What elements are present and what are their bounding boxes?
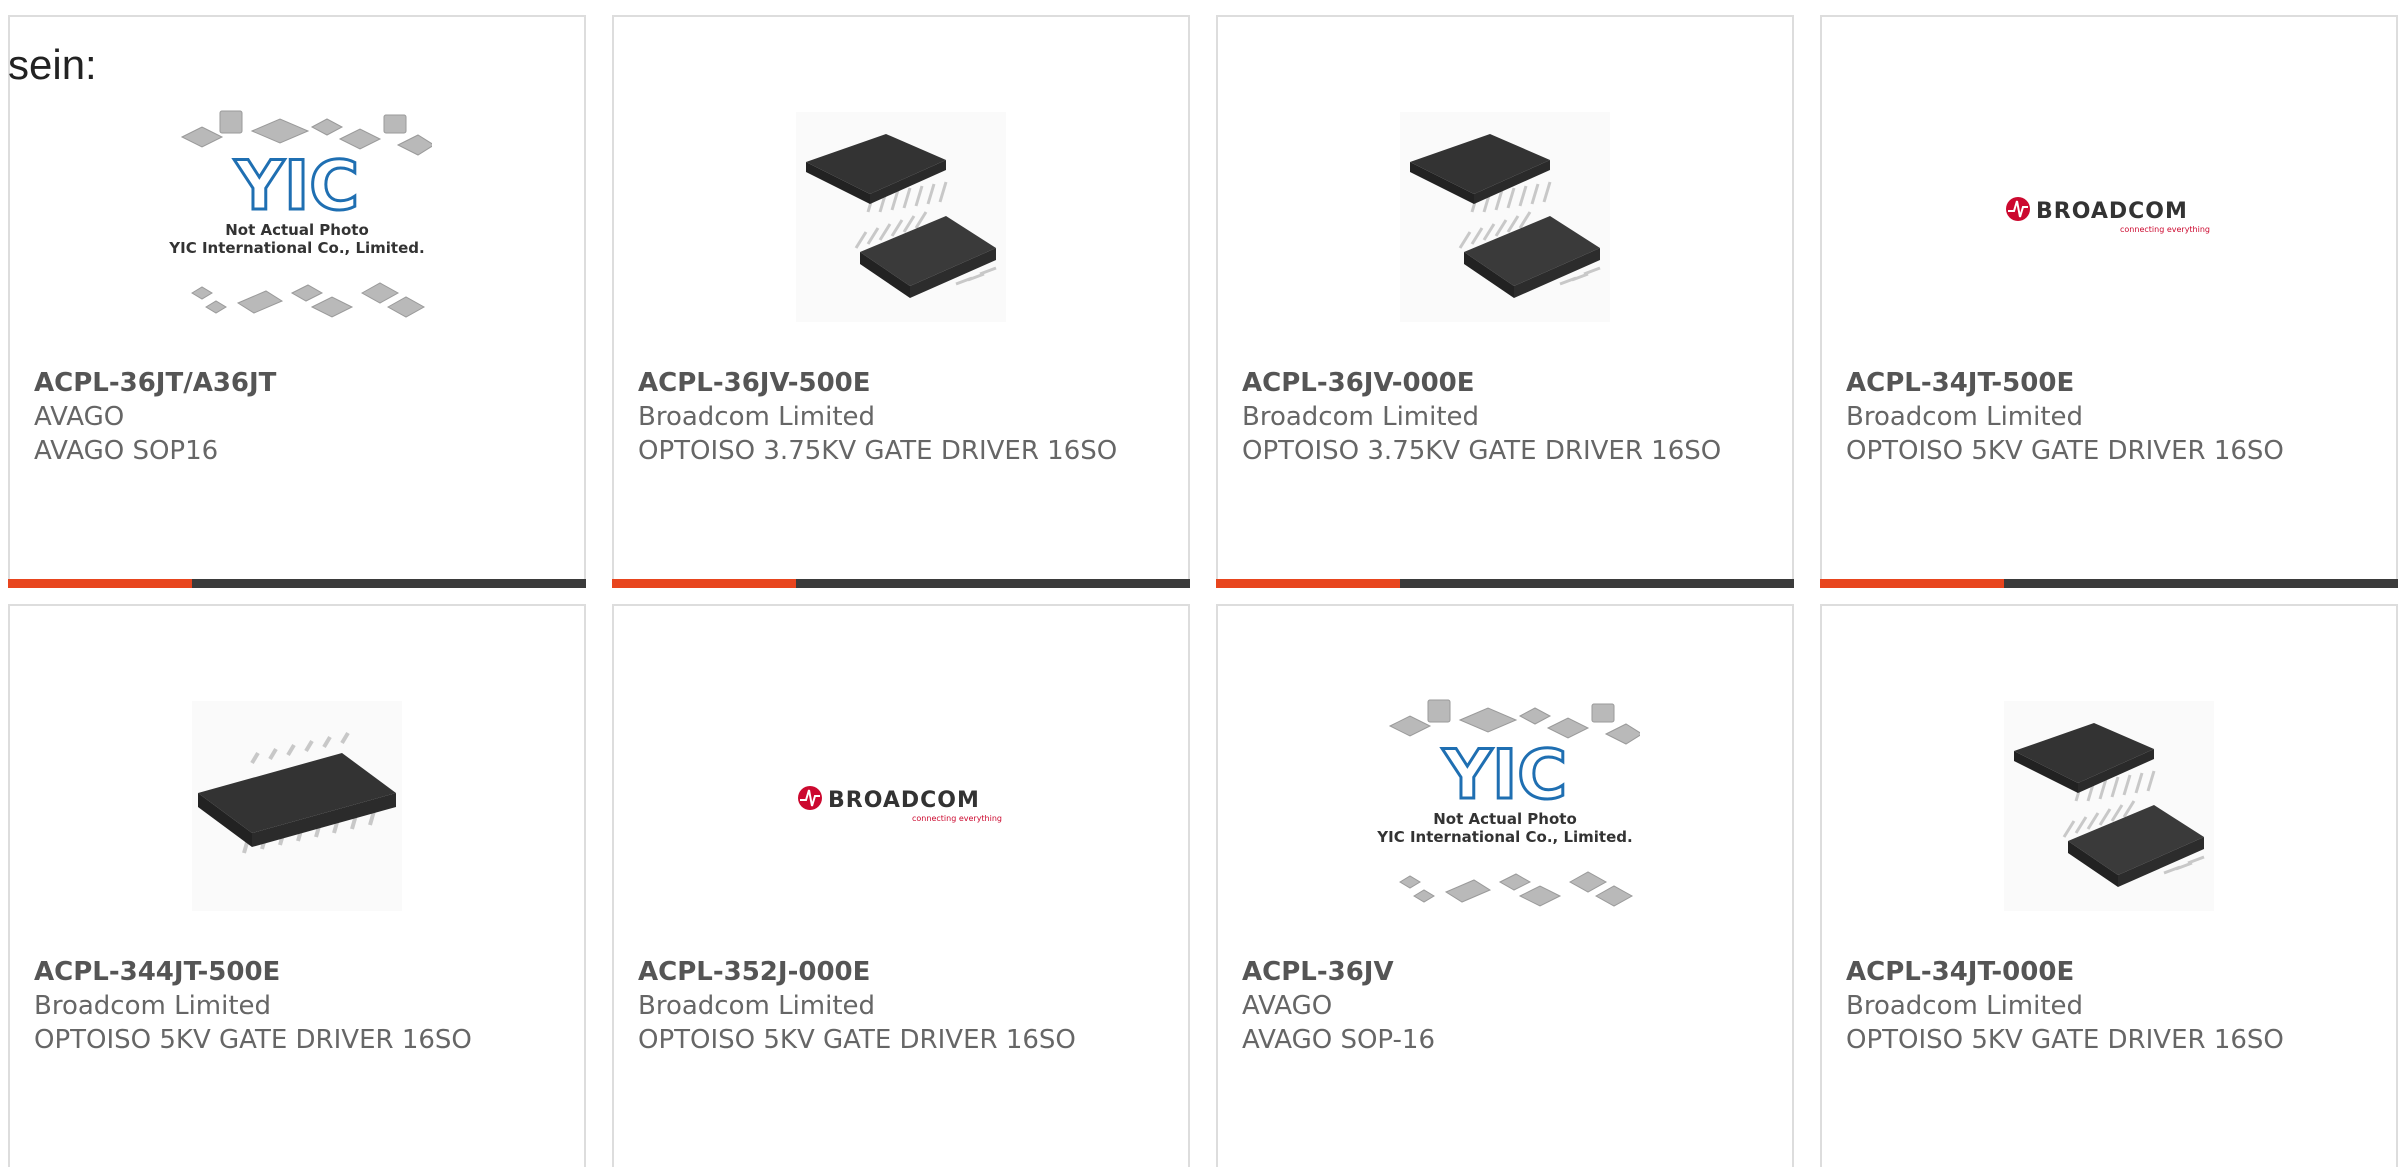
product-image[interactable]: [10, 661, 584, 951]
card-accent: [1820, 579, 2004, 588]
part-number[interactable]: ACPL-344JT-500E: [34, 955, 568, 989]
card-accent: [1216, 579, 1400, 588]
card-bottom-bar: [612, 579, 1190, 588]
product-info: ACPL-36JV AVAGO AVAGO SOP-16: [1242, 955, 1776, 1057]
ssop16-pair-photo: [796, 112, 1006, 322]
product-grid-page: sein: YIC Not Actual Photo YIC Internati…: [0, 0, 2400, 1167]
product-image[interactable]: [1822, 661, 2396, 951]
image-caption-2: YIC International Co., Limited.: [168, 239, 424, 257]
card-accent: [612, 579, 796, 588]
product-card[interactable]: ACPL-36JV-500E Broadcom Limited OPTOISO …: [612, 15, 1190, 588]
product-info: ACPL-344JT-500E Broadcom Limited OPTOISO…: [34, 955, 568, 1057]
product-image[interactable]: YIC Not Actual Photo YIC International C…: [10, 72, 584, 362]
product-card[interactable]: BROADCOM connecting everything ACPL-34JT…: [1820, 15, 2398, 588]
svg-text:connecting everything: connecting everything: [912, 814, 1002, 823]
part-number[interactable]: ACPL-34JT-500E: [1846, 366, 2380, 400]
placeholder-chips-image: YIC Not Actual Photo YIC International C…: [1376, 699, 1640, 907]
product-image[interactable]: [1218, 72, 1792, 362]
ssop16-pair-photo: [2004, 701, 2214, 911]
manufacturer: Broadcom Limited: [1846, 991, 2084, 1021]
description: OPTOISO 5KV GATE DRIVER 16SO: [638, 1025, 1076, 1055]
svg-text:connecting everything: connecting everything: [2120, 225, 2210, 234]
yic-logo: YIC: [234, 147, 359, 226]
description: OPTOISO 5KV GATE DRIVER 16SO: [1846, 436, 2284, 466]
card-accent: [8, 579, 192, 588]
manufacturer: Broadcom Limited: [638, 402, 876, 432]
product-image[interactable]: [614, 72, 1188, 362]
description: AVAGO SOP-16: [1242, 1025, 1435, 1055]
product-info: ACPL-34JT-000E Broadcom Limited OPTOISO …: [1846, 955, 2380, 1057]
part-number[interactable]: ACPL-36JV: [1242, 955, 1776, 989]
broadcom-logo: BROADCOM connecting everything: [2006, 197, 2210, 234]
image-caption-2: YIC International Co., Limited.: [1376, 828, 1632, 846]
manufacturer: Broadcom Limited: [34, 991, 272, 1021]
product-info: ACPL-34JT-500E Broadcom Limited OPTOISO …: [1846, 366, 2380, 468]
part-number[interactable]: ACPL-36JV-500E: [638, 366, 1172, 400]
manufacturer: Broadcom Limited: [1846, 402, 2084, 432]
product-card[interactable]: ACPL-34JT-000E Broadcom Limited OPTOISO …: [1820, 604, 2398, 1167]
description: OPTOISO 3.75KV GATE DRIVER 16SO: [1242, 436, 1722, 466]
manufacturer: AVAGO: [1242, 991, 1333, 1021]
description: AVAGO SOP16: [34, 436, 219, 466]
product-image[interactable]: BROADCOM connecting everything: [1822, 72, 2396, 362]
product-image[interactable]: YIC Not Actual Photo YIC International C…: [1218, 661, 1792, 951]
product-card[interactable]: BROADCOM connecting everything ACPL-352J…: [612, 604, 1190, 1167]
product-card[interactable]: ACPL-344JT-500E Broadcom Limited OPTOISO…: [8, 604, 586, 1167]
product-card[interactable]: YIC Not Actual Photo YIC International C…: [8, 15, 586, 588]
image-caption-1: Not Actual Photo: [225, 221, 369, 239]
description: OPTOISO 3.75KV GATE DRIVER 16SO: [638, 436, 1118, 466]
product-image[interactable]: BROADCOM connecting everything: [614, 661, 1188, 951]
placeholder-chips-image: YIC Not Actual Photo YIC International C…: [168, 110, 432, 318]
ssop16-pair-photo: [1400, 112, 1610, 322]
image-caption-1: Not Actual Photo: [1433, 810, 1577, 828]
description: OPTOISO 5KV GATE DRIVER 16SO: [34, 1025, 472, 1055]
yic-logo: YIC: [1442, 736, 1567, 815]
svg-text:BROADCOM: BROADCOM: [828, 788, 980, 813]
part-number[interactable]: ACPL-36JT/A36JT: [34, 366, 568, 400]
product-card[interactable]: ACPL-36JV-000E Broadcom Limited OPTOISO …: [1216, 15, 1794, 588]
soic16-photo: [192, 701, 402, 911]
part-number[interactable]: ACPL-352J-000E: [638, 955, 1172, 989]
manufacturer: AVAGO: [34, 402, 125, 432]
card-bottom-bar: [1216, 579, 1794, 588]
part-number[interactable]: ACPL-36JV-000E: [1242, 366, 1776, 400]
part-number[interactable]: ACPL-34JT-000E: [1846, 955, 2380, 989]
card-bottom-bar: [8, 579, 586, 588]
manufacturer: Broadcom Limited: [1242, 402, 1480, 432]
product-info: ACPL-36JV-000E Broadcom Limited OPTOISO …: [1242, 366, 1776, 468]
product-info: ACPL-36JT/A36JT AVAGO AVAGO SOP16: [34, 366, 568, 468]
product-info: ACPL-36JV-500E Broadcom Limited OPTOISO …: [638, 366, 1172, 468]
manufacturer: Broadcom Limited: [638, 991, 876, 1021]
product-info: ACPL-352J-000E Broadcom Limited OPTOISO …: [638, 955, 1172, 1057]
broadcom-logo: BROADCOM connecting everything: [798, 786, 1002, 823]
description: OPTOISO 5KV GATE DRIVER 16SO: [1846, 1025, 2284, 1055]
product-card[interactable]: YIC Not Actual Photo YIC International C…: [1216, 604, 1794, 1167]
card-bottom-bar: [1820, 579, 2398, 588]
svg-text:BROADCOM: BROADCOM: [2036, 199, 2188, 224]
page-heading: sein:: [8, 41, 97, 88]
